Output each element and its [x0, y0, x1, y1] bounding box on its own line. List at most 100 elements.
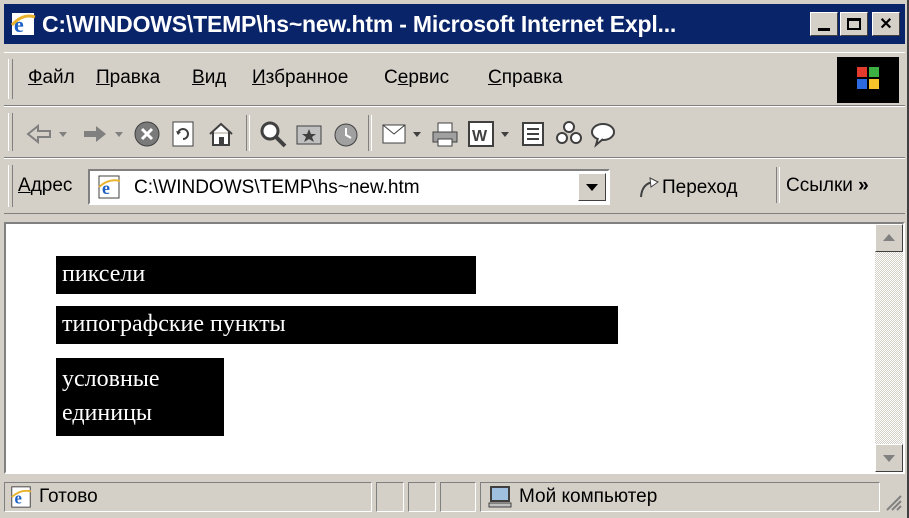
status-pane: e Готово: [4, 482, 372, 512]
chevron-down-icon: [59, 132, 67, 137]
mail-icon: [382, 124, 406, 144]
back-arrow-icon: [26, 123, 51, 145]
block-pixels: пиксели: [56, 256, 476, 294]
edit-dropdown[interactable]: [498, 119, 512, 149]
status-bar: e Готово Мой компьютер: [4, 480, 905, 514]
vertical-scrollbar[interactable]: [875, 224, 903, 472]
chat-button[interactable]: [588, 119, 618, 149]
status-text: Готово: [39, 486, 98, 507]
chevron-right-icon: »: [858, 175, 869, 196]
window-title: C:\WINDOWS\TEMP\hs~new.htm - Microsoft I…: [42, 10, 677, 37]
windows-logo-throbber: [837, 57, 899, 103]
title-bar[interactable]: e C:\WINDOWS\TEMP\hs~new.htm - Microsoft…: [4, 4, 905, 44]
discuss-icon: [522, 122, 544, 146]
stop-button[interactable]: [132, 119, 162, 149]
stop-icon: [134, 121, 160, 147]
discuss-button[interactable]: [518, 119, 548, 149]
menu-tools[interactable]: Сервис: [384, 67, 449, 89]
rebar-grip[interactable]: [8, 165, 13, 207]
favorites-icon: [296, 125, 322, 145]
back-dropdown[interactable]: [56, 119, 70, 149]
refresh-icon: [172, 121, 194, 147]
mail-button[interactable]: [380, 119, 410, 149]
edit-word-icon: W: [468, 121, 494, 147]
search-button[interactable]: [258, 119, 288, 149]
minimize-button[interactable]: [810, 12, 838, 36]
ie-window: e C:\WINDOWS\TEMP\hs~new.htm - Microsoft…: [0, 0, 909, 518]
history-icon: [334, 123, 358, 147]
chevron-down-icon: [413, 132, 421, 137]
address-bar: Адрес e C:\WINDOWS\TEMP\hs~new.htm Перех…: [4, 158, 905, 214]
menu-favorites[interactable]: Избранное: [252, 67, 348, 89]
print-button[interactable]: [430, 119, 460, 149]
address-text: C:\WINDOWS\TEMP\hs~new.htm: [134, 177, 420, 198]
address-input[interactable]: e C:\WINDOWS\TEMP\hs~new.htm: [88, 169, 610, 205]
search-icon: [260, 121, 287, 148]
maximize-button[interactable]: [840, 12, 868, 36]
go-label: Переход: [662, 177, 738, 198]
back-button[interactable]: [24, 119, 54, 149]
print-icon: [432, 122, 458, 147]
history-button[interactable]: [330, 119, 360, 149]
chevron-down-icon: [115, 132, 123, 137]
address-dropdown-button[interactable]: [578, 173, 606, 201]
arrow-down-icon: [883, 455, 895, 462]
messenger-icon: [556, 121, 582, 144]
my-computer-icon: [488, 486, 512, 508]
rebar-grip[interactable]: [8, 59, 13, 99]
zone-text: Мой компьютер: [519, 486, 658, 507]
maximize-icon: [847, 18, 861, 30]
chevron-down-icon: [586, 184, 598, 191]
forward-dropdown[interactable]: [112, 119, 126, 149]
rebar-separator: [776, 167, 780, 203]
messenger-button[interactable]: [554, 119, 584, 149]
toolbar-separator: [368, 115, 372, 151]
links-button[interactable]: Ссылки »: [786, 175, 869, 197]
block-units: условные единицы: [56, 358, 224, 436]
menu-view[interactable]: Вид: [192, 67, 226, 89]
svg-text:W: W: [472, 128, 488, 145]
mail-dropdown[interactable]: [410, 119, 424, 149]
scroll-down-button[interactable]: [875, 444, 903, 472]
go-button[interactable]: Переход: [636, 175, 737, 201]
block-units-line2: единицы: [62, 400, 153, 426]
forward-button[interactable]: [80, 119, 110, 149]
standard-toolbar: W: [4, 106, 905, 158]
address-label: Адрес: [18, 175, 73, 196]
menu-edit[interactable]: Правка: [96, 67, 160, 89]
go-arrow-icon: [640, 177, 659, 198]
refresh-button[interactable]: [168, 119, 198, 149]
page-done-icon: e: [11, 486, 32, 508]
page-icon: e: [98, 175, 121, 199]
status-pane-empty: [440, 482, 476, 512]
toolbar-separator: [246, 115, 250, 151]
ie-logo-icon: e: [10, 11, 36, 37]
windows-flag-icon: [857, 67, 879, 89]
block-points-text: типографские пункты: [62, 311, 286, 337]
arrow-up-icon: [883, 234, 895, 241]
close-button[interactable]: ✕: [872, 12, 900, 36]
chevron-down-icon: [501, 132, 509, 137]
menu-help[interactable]: Справка: [488, 67, 563, 89]
block-points: типографские пункты: [56, 306, 618, 344]
minimize-icon: [818, 27, 830, 31]
scroll-up-button[interactable]: [875, 224, 903, 252]
menu-file[interactable]: Файл: [28, 67, 75, 89]
chat-icon: [591, 123, 615, 148]
page-content: пиксели типографские пункты условные еди…: [4, 222, 905, 474]
block-pixels-text: пиксели: [62, 261, 146, 287]
menu-bar: Файл Правка Вид Избранное Сервис Справка: [4, 52, 905, 106]
resize-grip-icon: [886, 495, 902, 511]
favorites-button[interactable]: [294, 119, 324, 149]
home-button[interactable]: [206, 119, 236, 149]
rebar-grip[interactable]: [8, 113, 13, 151]
resize-grip[interactable]: [883, 492, 903, 512]
edit-button[interactable]: W: [466, 119, 496, 149]
status-pane-empty: [376, 482, 404, 512]
block-units-line1: условные: [62, 366, 160, 392]
forward-arrow-icon: [84, 126, 106, 142]
zone-pane[interactable]: Мой компьютер: [480, 482, 880, 512]
close-icon: ✕: [879, 16, 893, 33]
home-icon: [209, 122, 233, 146]
status-pane-empty: [408, 482, 436, 512]
